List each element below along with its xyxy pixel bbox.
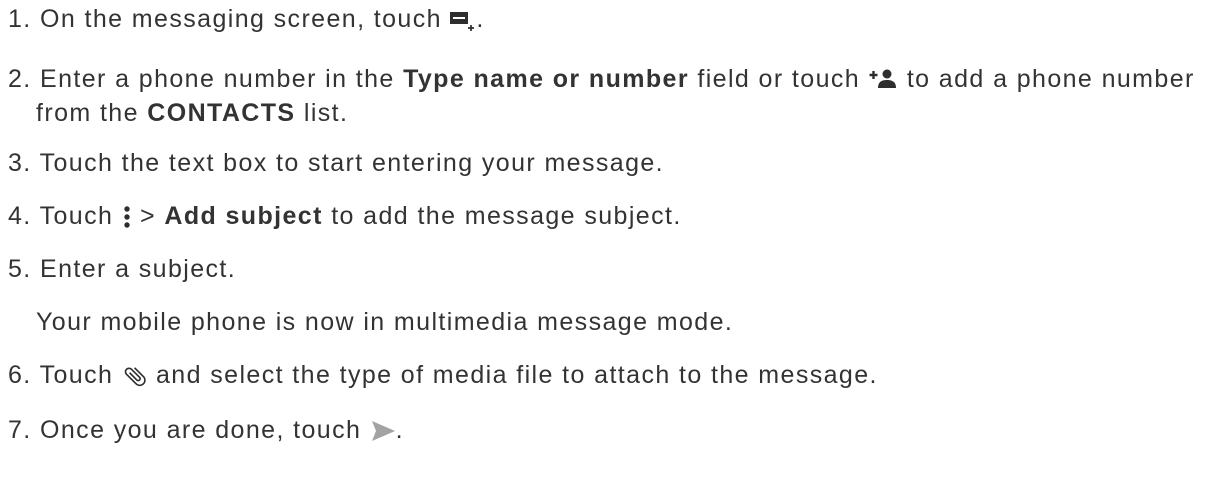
step-text: Touch [39, 361, 114, 389]
step-number: 6. [8, 361, 32, 389]
step-text: to add a phone number [906, 65, 1195, 93]
step-7: 7. Once you are done, touch . [8, 413, 404, 447]
step-4: 4. Touch > Add subject to add the messag… [8, 199, 682, 233]
add-contact-icon [869, 69, 897, 88]
step-2: 2. Enter a phone number in the Type name… [8, 62, 1195, 96]
new-message-icon [450, 12, 475, 31]
step-text: Enter a subject. [40, 255, 237, 283]
step-2-continuation: from the CONTACTS list. [36, 96, 348, 130]
ui-term-add-subject: Add subject [164, 202, 323, 230]
step-note: Your mobile phone is now in multimedia m… [36, 308, 734, 336]
step-text: On the messaging screen, touch [40, 5, 442, 33]
step-text: list. [303, 99, 349, 127]
step-text: to add the message subject. [331, 202, 682, 230]
menu-separator: > [140, 202, 156, 230]
step-number: 4. [8, 202, 32, 230]
instruction-page: 1. On the messaging screen, touch . 2. E… [0, 0, 1219, 482]
send-icon [371, 421, 395, 441]
step-text: Touch the text box to start entering you… [39, 149, 665, 177]
step-6: 6. Touch and select the type of media fi… [8, 358, 878, 392]
step-3: 3. Touch the text box to start entering … [8, 146, 664, 180]
step-5-note: Your mobile phone is now in multimedia m… [36, 305, 733, 339]
step-number: 3. [8, 149, 32, 177]
ui-term-name-number-field: Type name or number [403, 65, 689, 93]
step-number: 2. [8, 65, 32, 93]
step-text: field or touch [697, 65, 861, 93]
step-1: 1. On the messaging screen, touch . [8, 2, 485, 36]
step-number: 5. [8, 255, 32, 283]
step-number: 1. [8, 5, 32, 33]
step-text-end: . [476, 5, 485, 33]
step-text: Enter a phone number in the [40, 65, 395, 93]
step-text: Once you are done, touch [40, 416, 362, 444]
step-text: and select the type of media file to att… [156, 361, 878, 389]
ui-term-contacts: CONTACTS [147, 99, 296, 127]
step-number: 7. [8, 416, 32, 444]
step-5: 5. Enter a subject. [8, 252, 236, 286]
step-text-end: . [395, 416, 405, 444]
more-options-icon [123, 206, 130, 228]
step-text: from the [36, 99, 139, 127]
step-text: Touch [39, 202, 114, 230]
paperclip-icon [124, 367, 146, 387]
